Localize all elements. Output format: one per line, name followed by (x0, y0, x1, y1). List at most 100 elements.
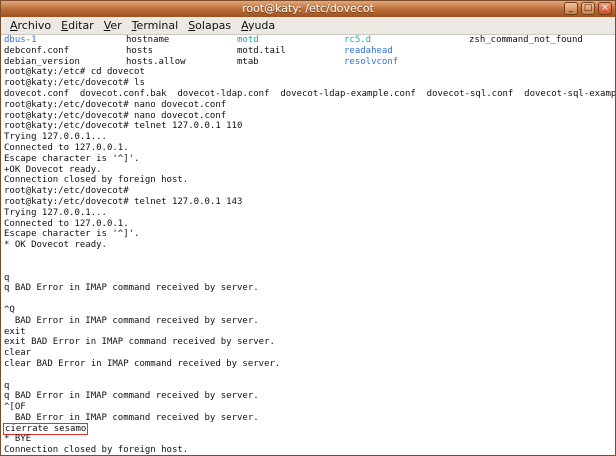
line-text: BAD Error in IMAP command received by se… (4, 412, 259, 423)
listing-entry: zsh_command_not_found (469, 35, 583, 45)
terminal-line: ^Q (4, 305, 612, 316)
line-text: root@katy:/etc# cd dovecot (4, 67, 145, 78)
line-text: Connected to 127.0.0.1. (4, 142, 129, 153)
menu-ayuda[interactable]: Ayuda (236, 17, 280, 34)
title-bar[interactable]: root@katy: /etc/dovecot _ □ × (1, 1, 615, 17)
listing-entry: debconf.conf (4, 45, 70, 56)
listing-entry: mtab (237, 56, 259, 67)
terminal-line: root@katy:/etc/dovecot# ls (4, 78, 612, 89)
menu-label: yuda (247, 19, 276, 32)
line-text: Trying 127.0.0.1... (4, 207, 107, 218)
line-text: q (4, 380, 10, 391)
line-text: * OK Dovecot ready. (4, 240, 107, 251)
line-text: dovecot.conf dovecot.conf.bak dovecot-ld… (4, 88, 616, 99)
terminal-line: dovecot.conf dovecot.conf.bak dovecot-ld… (4, 89, 615, 100)
line-text: root@katy:/etc/dovecot# telnet 127.0.0.1… (4, 196, 243, 207)
listing-entry: rc5.d (344, 35, 372, 45)
terminal-line: cierrate sesamo (2, 422, 612, 435)
menu-ver[interactable]: Ver (99, 17, 127, 34)
line-text: Trying 127.0.0.1... (4, 132, 107, 143)
terminal-line: Connection closed by foreign host. (4, 175, 612, 186)
menu-solapas[interactable]: Solapas (183, 17, 236, 34)
terminal-line: clear (4, 348, 612, 359)
line-text: BAD Error in IMAP command received by se… (4, 315, 259, 326)
line-text: Escape character is '^]'. (4, 153, 140, 164)
menu-label: olapas (195, 19, 232, 32)
line-text: Escape character is '^]'. (4, 229, 140, 240)
terminal-line: * BYE (4, 434, 612, 445)
line-text: root@katy:/etc/dovecot# nano dovecot.con… (4, 99, 227, 110)
terminal-line: root@katy:/etc/dovecot# (4, 186, 612, 197)
line-text: q BAD Error in IMAP command received by … (4, 283, 259, 294)
terminal-line: root@katy:/etc/dovecot# telnet 127.0.0.1… (4, 197, 612, 208)
line-text: Connection closed by foreign host. (4, 445, 189, 456)
line-text: ^Q (4, 304, 15, 315)
line-text: root@katy:/etc/dovecot# ls (4, 78, 145, 89)
line-text: q BAD Error in IMAP command received by … (4, 391, 259, 402)
listing-entry: debian_version (4, 56, 80, 67)
terminal-line: exit BAD Error in IMAP command received … (4, 337, 612, 348)
terminal-line: clear BAD Error in IMAP command received… (4, 359, 612, 370)
highlighted-command: cierrate sesamo (2, 422, 89, 435)
line-text: * BYE (4, 434, 32, 445)
line-text: clear (4, 348, 32, 359)
listing-row: debconf.conf hosts motd.tail readahead (4, 46, 612, 57)
terminal-line: * OK Dovecot ready. (4, 240, 612, 251)
line-text: exit BAD Error in IMAP command received … (4, 337, 275, 348)
line-text: Connected to 127.0.0.1. (4, 218, 129, 229)
menu-label: er (110, 19, 122, 32)
terminal-line: exit (4, 327, 612, 338)
listing-entry: motd.tail (237, 45, 286, 56)
line-text: exit (4, 326, 26, 337)
menu-mnemonic: A (10, 19, 18, 32)
terminal-window: root@katy: /etc/dovecot _ □ × Archivo Edi… (0, 0, 616, 456)
terminal-line: Escape character is '^]'. (4, 229, 612, 240)
terminal-line: root@katy:/etc/dovecot# telnet 127.0.0.1… (4, 121, 612, 132)
listing-row: dbus-1 hostname motd rc5.d zsh_command_not_f… (4, 35, 612, 46)
listing-entry: dbus-1 (4, 35, 37, 45)
terminal-line: Connected to 127.0.0.1. (4, 219, 612, 230)
terminal-line: ^[OF (4, 402, 612, 413)
menu-bar: Archivo Editar Ver Terminal Solapas Ayuda (1, 17, 615, 35)
menu-editar[interactable]: Editar (56, 17, 99, 34)
line-text: root@katy:/etc/dovecot# telnet 127.0.0.1… (4, 121, 243, 132)
line-text: clear BAD Error in IMAP command received… (4, 358, 281, 369)
listing-entry: motd (237, 35, 259, 45)
window-title: root@katy: /etc/dovecot (242, 2, 374, 15)
terminal-line: Escape character is '^]'. (4, 154, 612, 165)
terminal-line: root@katy:/etc/dovecot# nano dovecot.con… (4, 111, 612, 122)
terminal-output[interactable]: dbus-1 hostname motd rc5.d zsh_command_not_f… (2, 35, 615, 456)
line-text: +OK Dovecot ready. (4, 164, 102, 175)
line-text: q (4, 272, 10, 283)
terminal-line: BAD Error in IMAP command received by se… (4, 316, 612, 327)
listing-row: debian_version hosts.allow mtab resolvconf (4, 57, 612, 68)
terminal-line: Trying 127.0.0.1... (4, 132, 612, 143)
menu-label: rchivo (17, 19, 52, 32)
line-text: root@katy:/etc/dovecot# nano dovecot.con… (4, 110, 227, 121)
line-text: ^[OF (4, 402, 26, 413)
terminal-line: q (4, 273, 612, 284)
listing-entry: resolvconf (344, 56, 399, 67)
minimize-button[interactable]: _ (564, 2, 578, 15)
terminal-line: Connection closed by foreign host. (4, 445, 612, 456)
listing-entry: hostname (126, 35, 170, 45)
maximize-button[interactable]: □ (581, 2, 595, 15)
terminal-line: q BAD Error in IMAP command received by … (4, 391, 612, 402)
menu-archivo[interactable]: Archivo (5, 17, 56, 34)
terminal-line: root@katy:/etc# cd dovecot (4, 67, 612, 78)
close-button[interactable]: × (598, 2, 612, 15)
listing-entry: hosts (126, 45, 154, 56)
menu-terminal[interactable]: Terminal (127, 17, 184, 34)
menu-mnemonic: A (241, 19, 248, 32)
listing-entry: readahead (344, 45, 393, 56)
menu-label: ditar (68, 19, 94, 32)
terminal-line: Connected to 127.0.0.1. (4, 143, 612, 154)
terminal-line: root@katy:/etc/dovecot# nano dovecot.con… (4, 100, 612, 111)
terminal-line: BAD Error in IMAP command received by se… (4, 413, 612, 424)
terminal-line: Trying 127.0.0.1... (4, 208, 612, 219)
terminal-line: +OK Dovecot ready. (4, 165, 612, 176)
